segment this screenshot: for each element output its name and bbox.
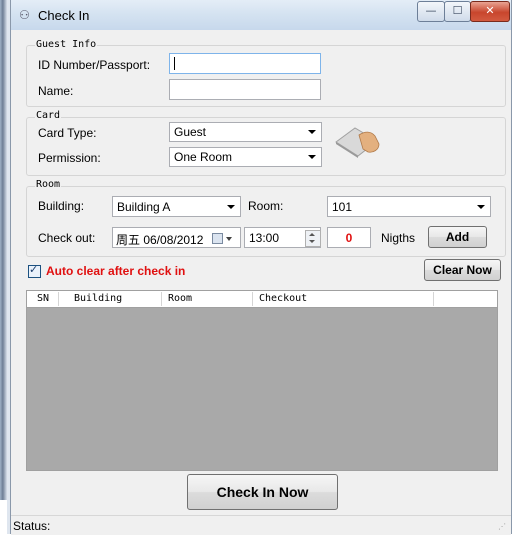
column-header-building[interactable]: Building: [74, 293, 122, 304]
building-select[interactable]: Building A: [112, 196, 241, 217]
checkout-date-value: 周五 06/08/2012: [116, 233, 204, 247]
text-caret: [174, 57, 175, 70]
title-bar[interactable]: ⚇ Check In — ☐ ✕: [11, 0, 511, 30]
card-in-hand-icon: [335, 127, 380, 158]
checkout-time-value: 13:00: [249, 231, 280, 245]
chevron-down-icon: [308, 155, 316, 159]
room-select[interactable]: 101: [327, 196, 491, 217]
spin-up-icon[interactable]: [309, 233, 315, 236]
add-button[interactable]: Add: [428, 226, 487, 248]
checkout-time-spinner[interactable]: 13:00: [244, 227, 321, 248]
add-button-label: Add: [445, 230, 470, 244]
column-header-room[interactable]: Room: [168, 293, 192, 304]
permission-value: One Room: [174, 150, 233, 164]
time-spin-buttons[interactable]: [305, 230, 321, 247]
check-icon: ✓: [29, 263, 39, 276]
guest-info-group-label: Guest Info: [35, 39, 98, 50]
close-button[interactable]: ✕: [470, 1, 510, 22]
room-value: 101: [332, 200, 353, 214]
nights-value: 0: [345, 231, 353, 245]
window-title: Check In: [38, 8, 90, 23]
chevron-down-icon: [227, 205, 235, 209]
building-label: Building:: [38, 199, 85, 213]
check-in-now-button[interactable]: Check In Now: [187, 474, 338, 510]
background-window-edge: [0, 0, 7, 500]
name-label: Name:: [38, 84, 74, 98]
card-type-select[interactable]: Guest: [169, 122, 322, 142]
permission-label: Permission:: [38, 151, 101, 165]
checkin-table-header: SN Building Room Checkout: [26, 290, 498, 308]
minimize-button[interactable]: —: [417, 1, 445, 22]
check-in-now-label: Check In Now: [216, 484, 309, 500]
maximize-icon: ☐: [452, 4, 463, 17]
checkout-date-picker[interactable]: 周五 06/08/2012: [112, 227, 241, 248]
checkin-table-body[interactable]: [26, 308, 498, 471]
resize-grip-icon[interactable]: ⋰: [498, 522, 506, 531]
spin-down-icon[interactable]: [309, 240, 315, 243]
chevron-down-icon: [308, 130, 316, 134]
room-label: Room:: [248, 199, 284, 213]
people-icon: ⚇: [19, 8, 30, 22]
card-type-label: Card Type:: [38, 126, 97, 140]
column-divider[interactable]: [58, 292, 59, 306]
minimize-icon: —: [425, 4, 437, 17]
permission-select[interactable]: One Room: [169, 147, 322, 167]
chevron-down-icon: [477, 205, 485, 209]
column-header-checkout[interactable]: Checkout: [259, 293, 307, 304]
column-header-sn[interactable]: SN: [37, 293, 49, 304]
auto-clear-checkbox[interactable]: ✓: [28, 263, 41, 278]
column-divider[interactable]: [433, 292, 434, 306]
name-input[interactable]: [169, 79, 321, 100]
close-icon: ✕: [485, 4, 495, 17]
status-bar: Status: ⋰: [11, 515, 511, 535]
column-divider[interactable]: [161, 292, 162, 306]
status-label: Status:: [13, 519, 51, 533]
card-group-label: Card: [35, 110, 62, 121]
maximize-button[interactable]: ☐: [444, 1, 471, 22]
chevron-down-icon: [226, 237, 232, 241]
checkout-label: Check out:: [38, 231, 96, 245]
id-number-input[interactable]: [169, 53, 321, 74]
clear-now-button-label: Clear Now: [433, 263, 492, 277]
check-in-window: ⚇ Check In — ☐ ✕ Guest Info ID Number/Pa…: [10, 0, 512, 535]
auto-clear-label[interactable]: Auto clear after check in: [46, 264, 185, 278]
room-group-label: Room: [35, 179, 62, 190]
column-divider[interactable]: [252, 292, 253, 306]
card-type-value: Guest: [174, 125, 207, 139]
nights-label: Nigths: [381, 231, 416, 245]
building-value: Building A: [117, 200, 171, 214]
calendar-icon[interactable]: [212, 233, 223, 244]
nights-input[interactable]: 0: [327, 227, 371, 248]
clear-now-button[interactable]: Clear Now: [424, 259, 501, 281]
id-number-label: ID Number/Passport:: [38, 58, 151, 72]
